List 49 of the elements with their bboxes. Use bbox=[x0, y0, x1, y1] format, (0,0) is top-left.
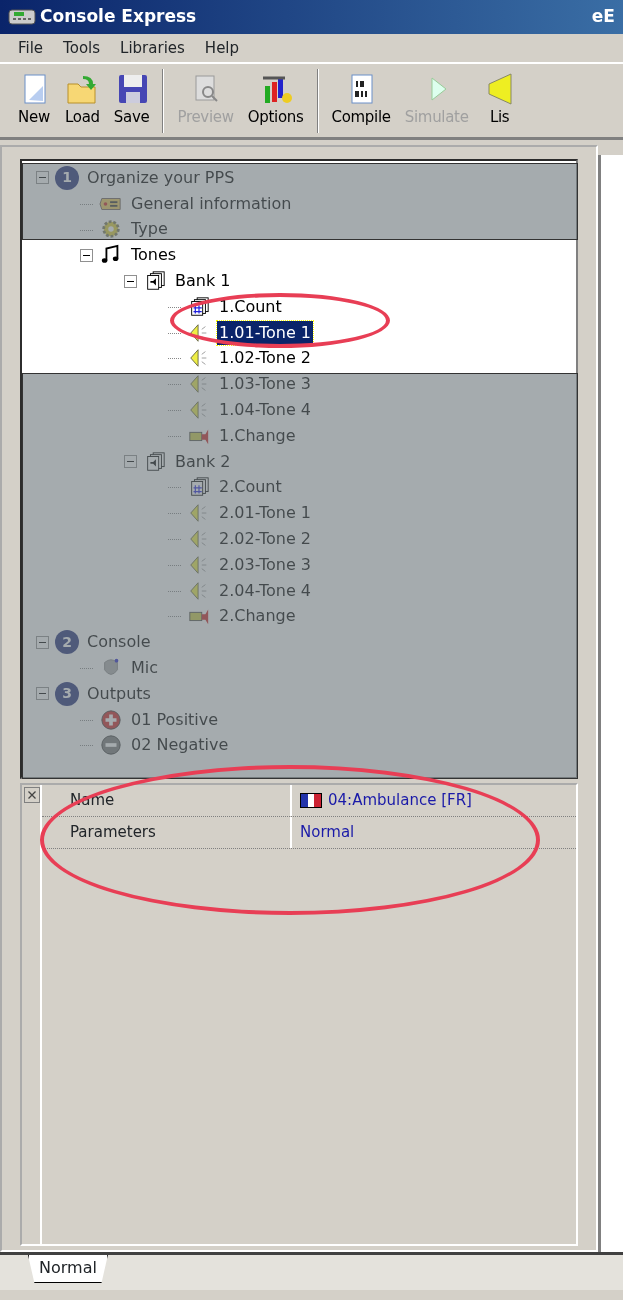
toolbar-button[interactable]: New bbox=[14, 70, 54, 131]
tree-item[interactable]: Outputs bbox=[85, 681, 153, 706]
toolbar-button[interactable]: Lis bbox=[479, 70, 520, 131]
tree-item[interactable]: Bank 2 bbox=[173, 449, 233, 474]
menu-item[interactable]: Tools bbox=[53, 36, 111, 60]
tree-item[interactable]: 1.01-Tone 1 bbox=[217, 320, 314, 345]
step-number: 2 bbox=[55, 630, 79, 655]
tree-item[interactable]: General information bbox=[129, 191, 294, 216]
tree-item[interactable]: 1.Change bbox=[217, 423, 298, 448]
sheet-tab[interactable]: Normal bbox=[28, 1255, 108, 1283]
toolbar-button[interactable]: Save bbox=[110, 70, 153, 131]
tree-item[interactable]: 2.04-Tone 4 bbox=[217, 578, 314, 603]
tree-item[interactable]: 1.04-Tone 4 bbox=[217, 398, 314, 423]
step-number: 3 bbox=[55, 681, 79, 706]
tree-item[interactable]: 1.02-Tone 2 bbox=[217, 346, 314, 371]
gear-icon bbox=[99, 218, 123, 241]
window-title: eE bbox=[591, 5, 615, 29]
toolbar-button[interactable]: Options bbox=[244, 70, 307, 131]
tree-item[interactable]: Tones bbox=[129, 243, 179, 268]
tree-item[interactable]: 1.Count bbox=[217, 294, 284, 319]
property-name: Parameters bbox=[42, 817, 292, 848]
tree-item[interactable]: Bank 1 bbox=[173, 269, 233, 294]
console-icon bbox=[8, 8, 36, 26]
tree-item[interactable]: 2.Count bbox=[217, 475, 284, 500]
property-value: 04:Ambulance [FR] bbox=[328, 790, 472, 812]
tree-item[interactable]: Type bbox=[129, 217, 170, 242]
collapse-icon[interactable] bbox=[124, 274, 137, 288]
menu-item[interactable]: Help bbox=[194, 36, 250, 60]
tree-item[interactable]: Console bbox=[85, 630, 153, 655]
tree-item[interactable]: 02 Negative bbox=[129, 733, 231, 758]
minus-icon bbox=[99, 734, 123, 757]
tree-item[interactable]: 2.Change bbox=[217, 604, 298, 629]
toolbar-button[interactable]: Compile bbox=[328, 70, 394, 131]
menu-item[interactable]: File bbox=[8, 36, 54, 60]
close-icon[interactable] bbox=[24, 787, 40, 803]
plus-icon bbox=[99, 708, 123, 731]
tree-item[interactable]: 2.01-Tone 1 bbox=[217, 501, 314, 526]
menu-item[interactable]: Libraries bbox=[110, 36, 195, 60]
step-number: 1 bbox=[55, 165, 79, 190]
tree-item[interactable]: 01 Positive bbox=[129, 707, 221, 732]
property-value: Normal bbox=[300, 822, 355, 844]
tree-item[interactable]: 1.03-Tone 3 bbox=[217, 372, 314, 397]
collapse-icon[interactable] bbox=[80, 248, 93, 262]
tree-item[interactable]: 2.02-Tone 2 bbox=[217, 527, 314, 552]
toolbar-button[interactable]: Load bbox=[62, 70, 103, 131]
tree-item[interactable]: Mic bbox=[129, 656, 161, 681]
tree-item[interactable]: Organize your PPS bbox=[85, 165, 237, 190]
tree-item[interactable]: 2.03-Tone 3 bbox=[217, 552, 314, 577]
window-title: Console Express bbox=[40, 5, 197, 29]
